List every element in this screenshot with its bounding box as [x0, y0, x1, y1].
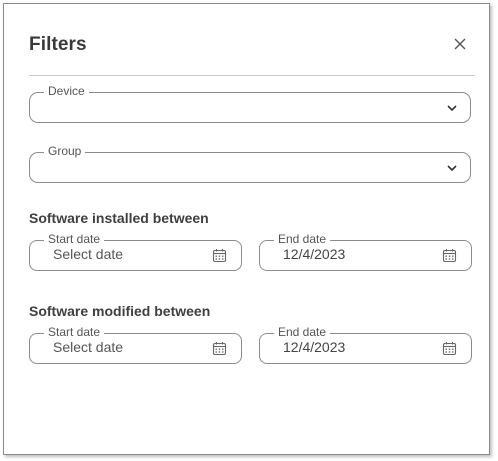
- device-label: Device: [44, 84, 89, 98]
- chevron-down-icon: [447, 105, 457, 112]
- installed-start-date-label: Start date: [44, 232, 105, 246]
- installed-end-date-value: 12/4/2023: [283, 246, 346, 262]
- calendar-icon[interactable]: [442, 248, 457, 263]
- modified-end-date-value: 12/4/2023: [283, 339, 346, 355]
- chevron-down-icon: [447, 165, 457, 172]
- installed-end-date-field[interactable]: End date 12/4/2023: [259, 232, 472, 271]
- dialog-title: Filters: [29, 34, 87, 55]
- group-label: Group: [44, 144, 86, 158]
- modified-start-date-field[interactable]: Start date Select date: [29, 325, 242, 364]
- group-select[interactable]: Group: [29, 144, 471, 183]
- calendar-icon[interactable]: [212, 341, 227, 356]
- installed-start-date-field[interactable]: Start date Select date: [29, 232, 242, 271]
- installed-start-date-value: Select date: [53, 246, 124, 262]
- filters-dialog: Filters Device Group Software installed …: [3, 3, 490, 455]
- title-divider: [29, 75, 475, 76]
- calendar-icon[interactable]: [212, 248, 227, 263]
- modified-start-date-label: Start date: [44, 325, 105, 339]
- installed-end-date-label: End date: [274, 232, 331, 246]
- modified-heading: Software modified between: [29, 303, 211, 319]
- modified-end-date-field[interactable]: End date 12/4/2023: [259, 325, 472, 364]
- installed-heading: Software installed between: [29, 210, 209, 226]
- modified-start-date-value: Select date: [53, 339, 124, 355]
- calendar-icon[interactable]: [442, 341, 457, 356]
- modified-end-date-label: End date: [274, 325, 331, 339]
- device-select[interactable]: Device: [29, 84, 471, 123]
- close-icon[interactable]: [453, 37, 467, 51]
